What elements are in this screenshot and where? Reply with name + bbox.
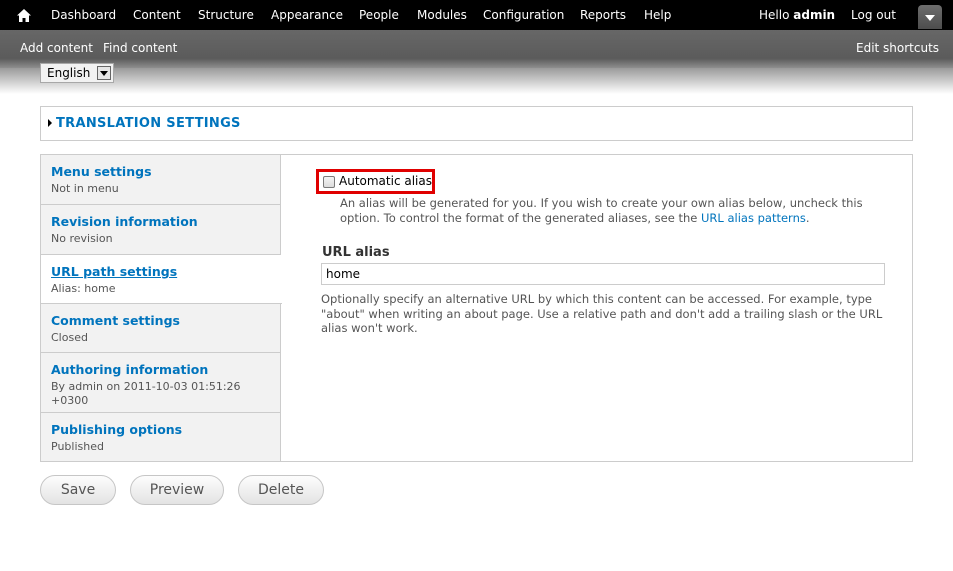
vtab-title: Revision information: [51, 214, 198, 229]
shortcuts-toggle-button[interactable]: [918, 5, 942, 29]
greeting-prefix: Hello: [759, 8, 790, 22]
logout-link[interactable]: Log out: [851, 0, 896, 30]
vtab-summary: Alias: home: [51, 282, 116, 295]
automatic-alias-label[interactable]: Automatic alias: [339, 172, 432, 191]
vtab-title: Menu settings: [51, 164, 152, 179]
automatic-alias-checkbox[interactable]: [323, 176, 335, 188]
admin-toolbar: Dashboard Content Structure Appearance P…: [0, 0, 953, 30]
translation-settings-legend[interactable]: TRANSLATION SETTINGS: [56, 107, 241, 141]
vtab-title: Authoring information: [51, 362, 209, 377]
url-alias-label: URL alias: [322, 245, 390, 260]
url-path-settings-pane: Automatic alias An alias will be generat…: [282, 155, 912, 461]
toolbar-item-content[interactable]: Content: [133, 0, 181, 30]
shortcut-bar: Add content Find content Edit shortcuts: [0, 30, 953, 68]
url-alias-input[interactable]: [321, 263, 885, 285]
user-greeting: Hello admin: [759, 0, 835, 30]
translation-settings-fieldset[interactable]: TRANSLATION SETTINGS: [40, 106, 913, 141]
description-period: .: [805, 211, 810, 225]
vertical-tab-list: Menu settings Not in menu Revision infor…: [41, 155, 282, 461]
edit-shortcuts-link[interactable]: Edit shortcuts: [856, 30, 939, 66]
collapsed-triangle-icon: [48, 119, 52, 127]
language-select[interactable]: English: [40, 63, 114, 83]
home-icon[interactable]: [14, 6, 34, 24]
chevron-down-icon: [925, 10, 935, 24]
toolbar-item-help[interactable]: Help: [644, 0, 671, 30]
toolbar-item-modules[interactable]: Modules: [417, 0, 467, 30]
save-button[interactable]: Save: [40, 475, 116, 505]
vtab-summary: Not in menu: [51, 182, 119, 195]
toolbar-item-reports[interactable]: Reports: [580, 0, 626, 30]
toolbar-shadow: [0, 68, 953, 94]
language-select-value: English: [47, 66, 91, 80]
vtab-menu-settings[interactable]: Menu settings Not in menu: [41, 155, 281, 205]
vtab-summary: By admin on 2011-10-03 01:51:26 +0300: [51, 380, 241, 407]
toolbar-item-configuration[interactable]: Configuration: [483, 0, 564, 30]
vtab-summary: Closed: [51, 331, 88, 344]
preview-button[interactable]: Preview: [130, 475, 224, 505]
select-arrow-icon: [97, 66, 111, 80]
toolbar-item-structure[interactable]: Structure: [198, 0, 254, 30]
vtab-revision-information[interactable]: Revision information No revision: [41, 205, 281, 255]
vtab-title: Publishing options: [51, 422, 183, 437]
toolbar-item-dashboard[interactable]: Dashboard: [51, 0, 116, 30]
automatic-alias-highlight: Automatic alias: [316, 169, 435, 194]
toolbar-item-appearance[interactable]: Appearance: [271, 0, 343, 30]
username-link[interactable]: admin: [793, 8, 835, 22]
automatic-alias-description: An alias will be generated for you. If y…: [340, 196, 900, 226]
vtab-summary: Published: [51, 440, 104, 453]
vtab-url-path-settings[interactable]: URL path settings Alias: home: [41, 255, 282, 304]
url-alias-description: Optionally specify an alternative URL by…: [321, 292, 883, 335]
vtab-summary: No revision: [51, 232, 113, 245]
vertical-tabs: Menu settings Not in menu Revision infor…: [40, 154, 913, 462]
toolbar-item-people[interactable]: People: [359, 0, 399, 30]
shortcut-find-content[interactable]: Find content: [103, 30, 177, 66]
vtab-title: URL path settings: [51, 264, 178, 279]
url-alias-patterns-link[interactable]: URL alias patterns: [701, 211, 806, 225]
vtab-authoring-information[interactable]: Authoring information By admin on 2011-1…: [41, 353, 281, 413]
vtab-publishing-options[interactable]: Publishing options Published: [41, 413, 281, 461]
shortcut-add-content[interactable]: Add content: [20, 30, 93, 66]
vtab-comment-settings[interactable]: Comment settings Closed: [41, 304, 281, 353]
vtab-title: Comment settings: [51, 313, 180, 328]
delete-button[interactable]: Delete: [238, 475, 324, 505]
